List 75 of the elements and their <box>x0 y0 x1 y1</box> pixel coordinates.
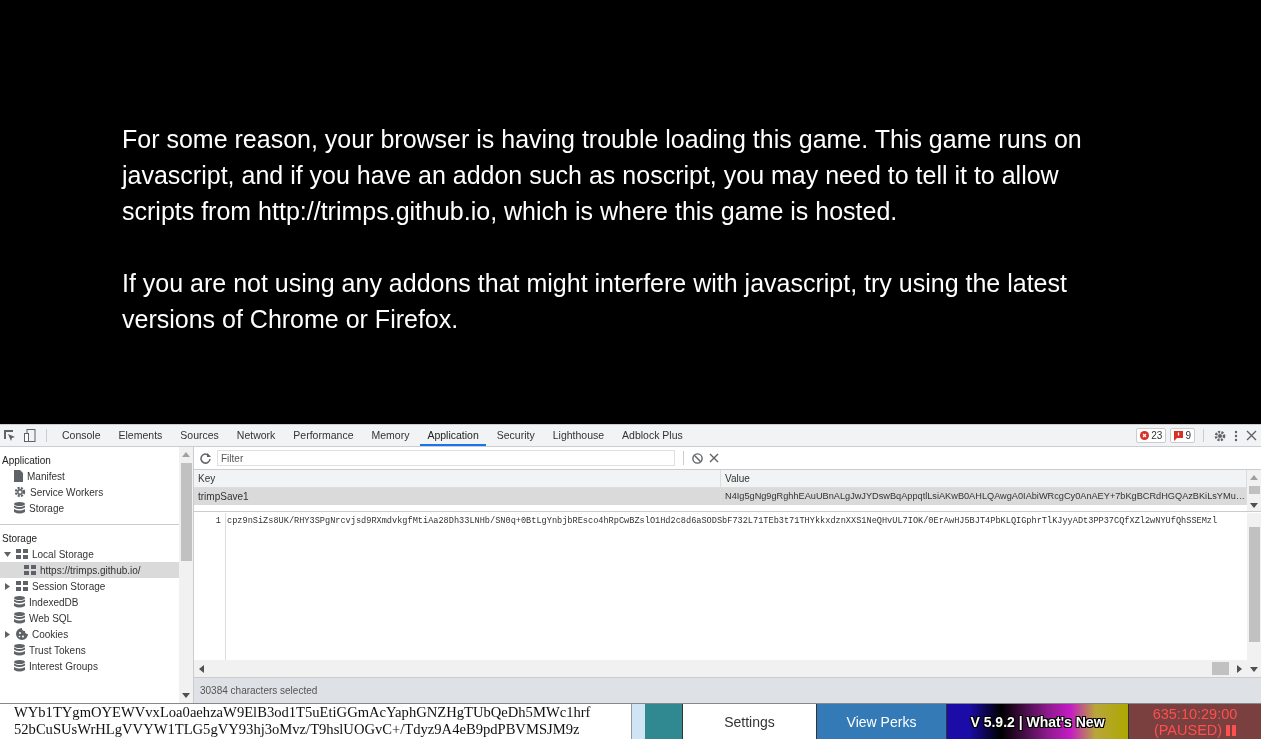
refresh-icon <box>200 452 211 464</box>
sidebar-item[interactable]: Interest Groups <box>0 658 179 674</box>
panel-tab[interactable]: Elements <box>111 425 170 446</box>
scroll-down-icon <box>182 691 190 699</box>
error-count-badge[interactable]: 23 <box>1136 428 1167 443</box>
collapsed-arrow-icon <box>4 582 11 590</box>
issue-count-badge[interactable]: 9 <box>1170 428 1195 443</box>
panel-tab[interactable]: Performance <box>286 425 361 446</box>
scrollbar-thumb[interactable] <box>1248 527 1260 642</box>
grid-icon <box>24 565 36 575</box>
collapsed-arrow-icon <box>4 630 11 638</box>
database-icon <box>14 502 25 514</box>
panel-tab[interactable]: Console <box>55 425 108 446</box>
grid-icon <box>16 581 28 591</box>
more-icon[interactable] <box>1234 429 1238 442</box>
scrollbar[interactable] <box>1247 470 1261 511</box>
flag-icon <box>1174 430 1184 441</box>
status-text: 30384 characters selected <box>194 677 1261 703</box>
scrollbar[interactable] <box>194 660 1247 677</box>
sidebar-item[interactable]: Web SQL <box>0 610 179 626</box>
sidebar-item[interactable]: Trust Tokens <box>0 642 179 658</box>
panel-tab[interactable]: Adblock Plus <box>615 425 690 446</box>
sidebar-item[interactable]: https://trimps.github.io/ <box>0 562 179 578</box>
code-line: cpz9nSiZs8UK/RHY3SPgNrcvjsd9RXmdvkgfMtiAa28Dh33LNHb/SN0q+0BtLgYnbjbREsco4hRpCwBZslO1Hd2c8d6aSODSbF732L71TEb3t71THYkkxdznXXS1NeQHvUL7IOK/0ErAwHJ5BJT4PbKLQIGphrTlKJyyADt3PP37CQfXZl2wNYUfQhSSEMzl <box>226 515 1218 528</box>
file-icon <box>14 470 23 482</box>
scrollbar[interactable] <box>1247 513 1261 677</box>
scroll-left-icon <box>198 664 204 673</box>
sidebar-item[interactable]: Storage <box>0 500 179 516</box>
database-icon <box>14 596 25 608</box>
clear-icon <box>709 453 719 463</box>
section-heading: Storage <box>1 532 39 546</box>
column-header[interactable]: Key <box>194 470 721 487</box>
close-icon[interactable] <box>1246 429 1257 442</box>
panel-tab[interactable]: Network <box>229 425 283 446</box>
scrollbar-thumb[interactable] <box>1212 662 1229 675</box>
panel-tab[interactable]: Security <box>489 425 542 446</box>
gear-icon <box>14 486 26 498</box>
grid-icon <box>16 549 28 559</box>
scroll-down-icon <box>1250 665 1258 673</box>
scrollbar-thumb[interactable] <box>180 463 192 561</box>
database-icon <box>14 612 25 624</box>
panel-tab[interactable]: Sources <box>173 425 226 446</box>
cookie-icon <box>16 628 28 640</box>
scroll-right-icon <box>1237 664 1243 673</box>
scroll-down-icon <box>1250 501 1258 509</box>
sidebar-item[interactable]: Manifest <box>0 468 179 484</box>
panel-tab[interactable]: Lighthouse <box>545 425 612 446</box>
game-button[interactable]: View Perks <box>817 704 947 739</box>
settings-icon[interactable] <box>1214 429 1226 442</box>
scroll-up-icon <box>182 451 190 459</box>
sidebar-item[interactable]: Service Workers <box>0 484 179 500</box>
block-icon <box>692 452 703 464</box>
device-icon <box>24 429 36 442</box>
scroll-up-icon <box>1250 474 1258 482</box>
panel-tab[interactable]: Memory <box>364 425 417 446</box>
sidebar-item[interactable]: IndexedDB <box>0 594 179 610</box>
game-button[interactable] <box>645 704 683 739</box>
message-paragraph: For some reason, your browser is having trouble loading this game. This game runs on javascript, and if you have an addon such as noscript, you may need to tell it to allow scripts from http://trimps.github.io, which is where this game is hosted. <box>122 124 1083 227</box>
expanded-arrow-icon <box>4 550 11 558</box>
database-icon <box>14 644 25 656</box>
version-button[interactable]: V 5.9.2 | What's New <box>947 704 1129 739</box>
error-icon <box>1140 431 1150 440</box>
sidebar-item[interactable]: Session Storage <box>0 578 179 594</box>
panel-tab[interactable]: Application <box>420 425 486 446</box>
filter-field[interactable]: Filter <box>217 450 675 466</box>
inspect-icon <box>4 429 16 442</box>
key-cell: trimpSave1 <box>194 488 721 505</box>
message-paragraph: If you are not using any addons that might interfere with javascript, try using the latest versions of Chrome or Firefox. <box>122 268 1068 335</box>
scrollbar-thumb[interactable] <box>1248 486 1260 494</box>
sidebar-item[interactable]: Cookies <box>0 626 179 642</box>
sidebar-item[interactable]: Local Storage <box>0 546 179 562</box>
scrollbar[interactable] <box>179 447 193 703</box>
table-row[interactable]: trimpSave1 N4Ig5gNg9gRghhEAuUBnALgJwJYDswBqAppqtlLsiAKwB0AHLQAwgA0IAbiWRcgCy0AnAEY+7bKgBCRdHGQAzBKiLsYMu… <box>194 488 1247 505</box>
section-heading: Application <box>1 454 52 468</box>
database-icon <box>14 660 25 672</box>
